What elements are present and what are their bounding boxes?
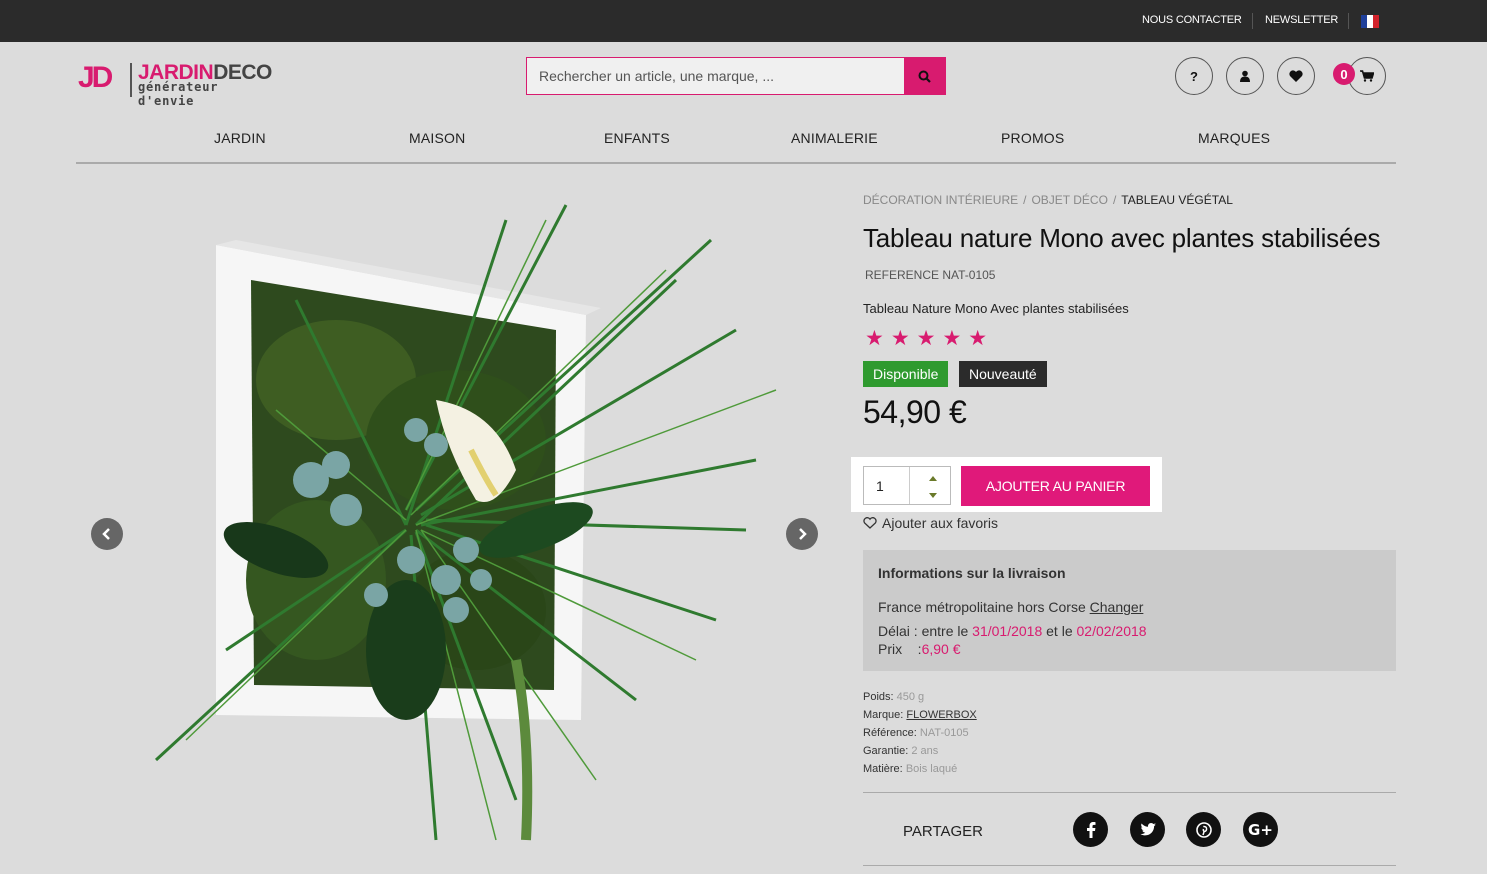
nav-item-animalerie[interactable]: ANIMALERIE [791,130,878,146]
logo-tagline: générateur d'envie [138,80,219,108]
cart-icon [1360,70,1374,82]
spec-row: Marque: FLOWERBOX [863,709,977,721]
facebook-icon [1086,821,1095,838]
help-button[interactable]: ? [1175,57,1213,95]
question-icon: ? [1190,68,1198,84]
share-section: PARTAGER G+ [863,792,1396,866]
brand-link[interactable]: FLOWERBOX [906,709,976,721]
search-bar [526,57,946,95]
user-icon [1240,70,1250,82]
google-plus-share-button[interactable]: G+ [1243,812,1278,847]
logo-initials: JD [78,61,113,94]
twitter-icon [1140,823,1156,836]
share-label: PARTAGER [903,823,984,840]
nav-item-enfants[interactable]: ENFANTS [604,130,670,146]
shipping-zone: France métropolitaine hors Corse Changer [878,599,1144,615]
caret-up-icon [929,475,937,481]
facebook-share-button[interactable] [1073,812,1108,847]
nav-item-maison[interactable]: MAISON [409,130,465,146]
rating-stars: ★★★★★ [865,327,995,350]
heart-outline-icon [863,517,877,529]
twitter-share-button[interactable] [1130,812,1165,847]
quantity-stepper [863,466,951,505]
product-price: 54,90 € [863,394,967,430]
logo-divider [130,63,132,97]
change-zone-link[interactable]: Changer [1090,599,1144,615]
add-to-favorites-label: Ajouter aux favoris [882,515,998,531]
breadcrumb-item[interactable]: OBJET DÉCO [1031,193,1107,207]
account-button[interactable] [1226,57,1264,95]
cart-count-badge: 0 [1333,63,1355,85]
product-description: Tableau Nature Mono Avec plantes stabili… [863,301,1129,316]
nav-item-jardin[interactable]: JARDIN [214,130,266,146]
add-to-favorites-link[interactable]: Ajouter aux favoris [863,515,998,531]
availability-badge: Disponible [863,361,949,387]
spec-row: Garantie: 2 ans [863,745,939,757]
pinterest-share-button[interactable] [1186,812,1221,847]
search-icon [918,70,931,83]
contact-link[interactable]: NOUS CONTACTER [1142,14,1242,26]
product-title: Tableau nature Mono avec plantes stabili… [863,223,1381,253]
breadcrumb: DÉCORATION INTÉRIEURE / OBJET DÉCO / TABLEAU… [863,193,1233,207]
spec-row: Référence: NAT-0105 [863,727,969,739]
chevron-left-icon [102,528,110,540]
product-image[interactable] [76,180,836,870]
newsletter-link[interactable]: NEWSLETTER [1265,14,1338,26]
wishlist-button[interactable] [1277,57,1315,95]
product-specs: Poids: 450 g Marque: FLOWERBOX Référence… [863,688,977,778]
shipping-price: Prix :6,90 € [878,641,961,657]
nav-item-marques[interactable]: MARQUES [1198,130,1270,146]
top-bar: NOUS CONTACTER NEWSLETTER [0,0,1487,42]
shipping-info-panel: Informations sur la livraison France mét… [863,550,1396,671]
main-nav: JARDIN MAISON ENFANTS ANIMALERIE PROMOS … [76,120,1396,164]
prev-image-button[interactable] [91,518,123,550]
next-image-button[interactable] [786,518,818,550]
caret-down-icon [929,492,937,498]
quantity-input[interactable] [864,467,910,504]
divider [1252,13,1253,29]
nav-item-promos[interactable]: PROMOS [1001,130,1064,146]
france-flag-icon[interactable] [1361,15,1379,28]
new-badge: Nouveauté [959,361,1047,387]
heart-icon [1289,70,1303,82]
quantity-decrease-button[interactable] [926,488,940,502]
site-logo[interactable]: JD JARDINDECO générateur d'envie [78,61,278,108]
spec-row: Matière: Bois laqué [863,763,958,775]
breadcrumb-current: TABLEAU VÉGÉTAL [1121,193,1233,207]
plant-frame-image [154,204,777,841]
pinterest-icon [1195,821,1212,838]
chevron-right-icon [799,528,807,540]
product-reference: REFERENCE NAT-0105 [865,268,996,282]
search-button[interactable] [904,57,945,95]
breadcrumb-item[interactable]: DÉCORATION INTÉRIEURE [863,193,1018,207]
divider [1348,13,1349,29]
quantity-increase-button[interactable] [926,471,940,485]
search-input[interactable] [527,58,905,94]
google-plus-icon: G+ [1248,820,1273,839]
add-to-cart-button[interactable]: AJOUTER AU PANIER [961,466,1150,506]
shipping-heading: Informations sur la livraison [878,565,1066,581]
spec-row: Poids: 450 g [863,691,925,703]
shipping-delay: Délai : entre le 31/01/2018 et le 02/02/… [878,623,1147,639]
